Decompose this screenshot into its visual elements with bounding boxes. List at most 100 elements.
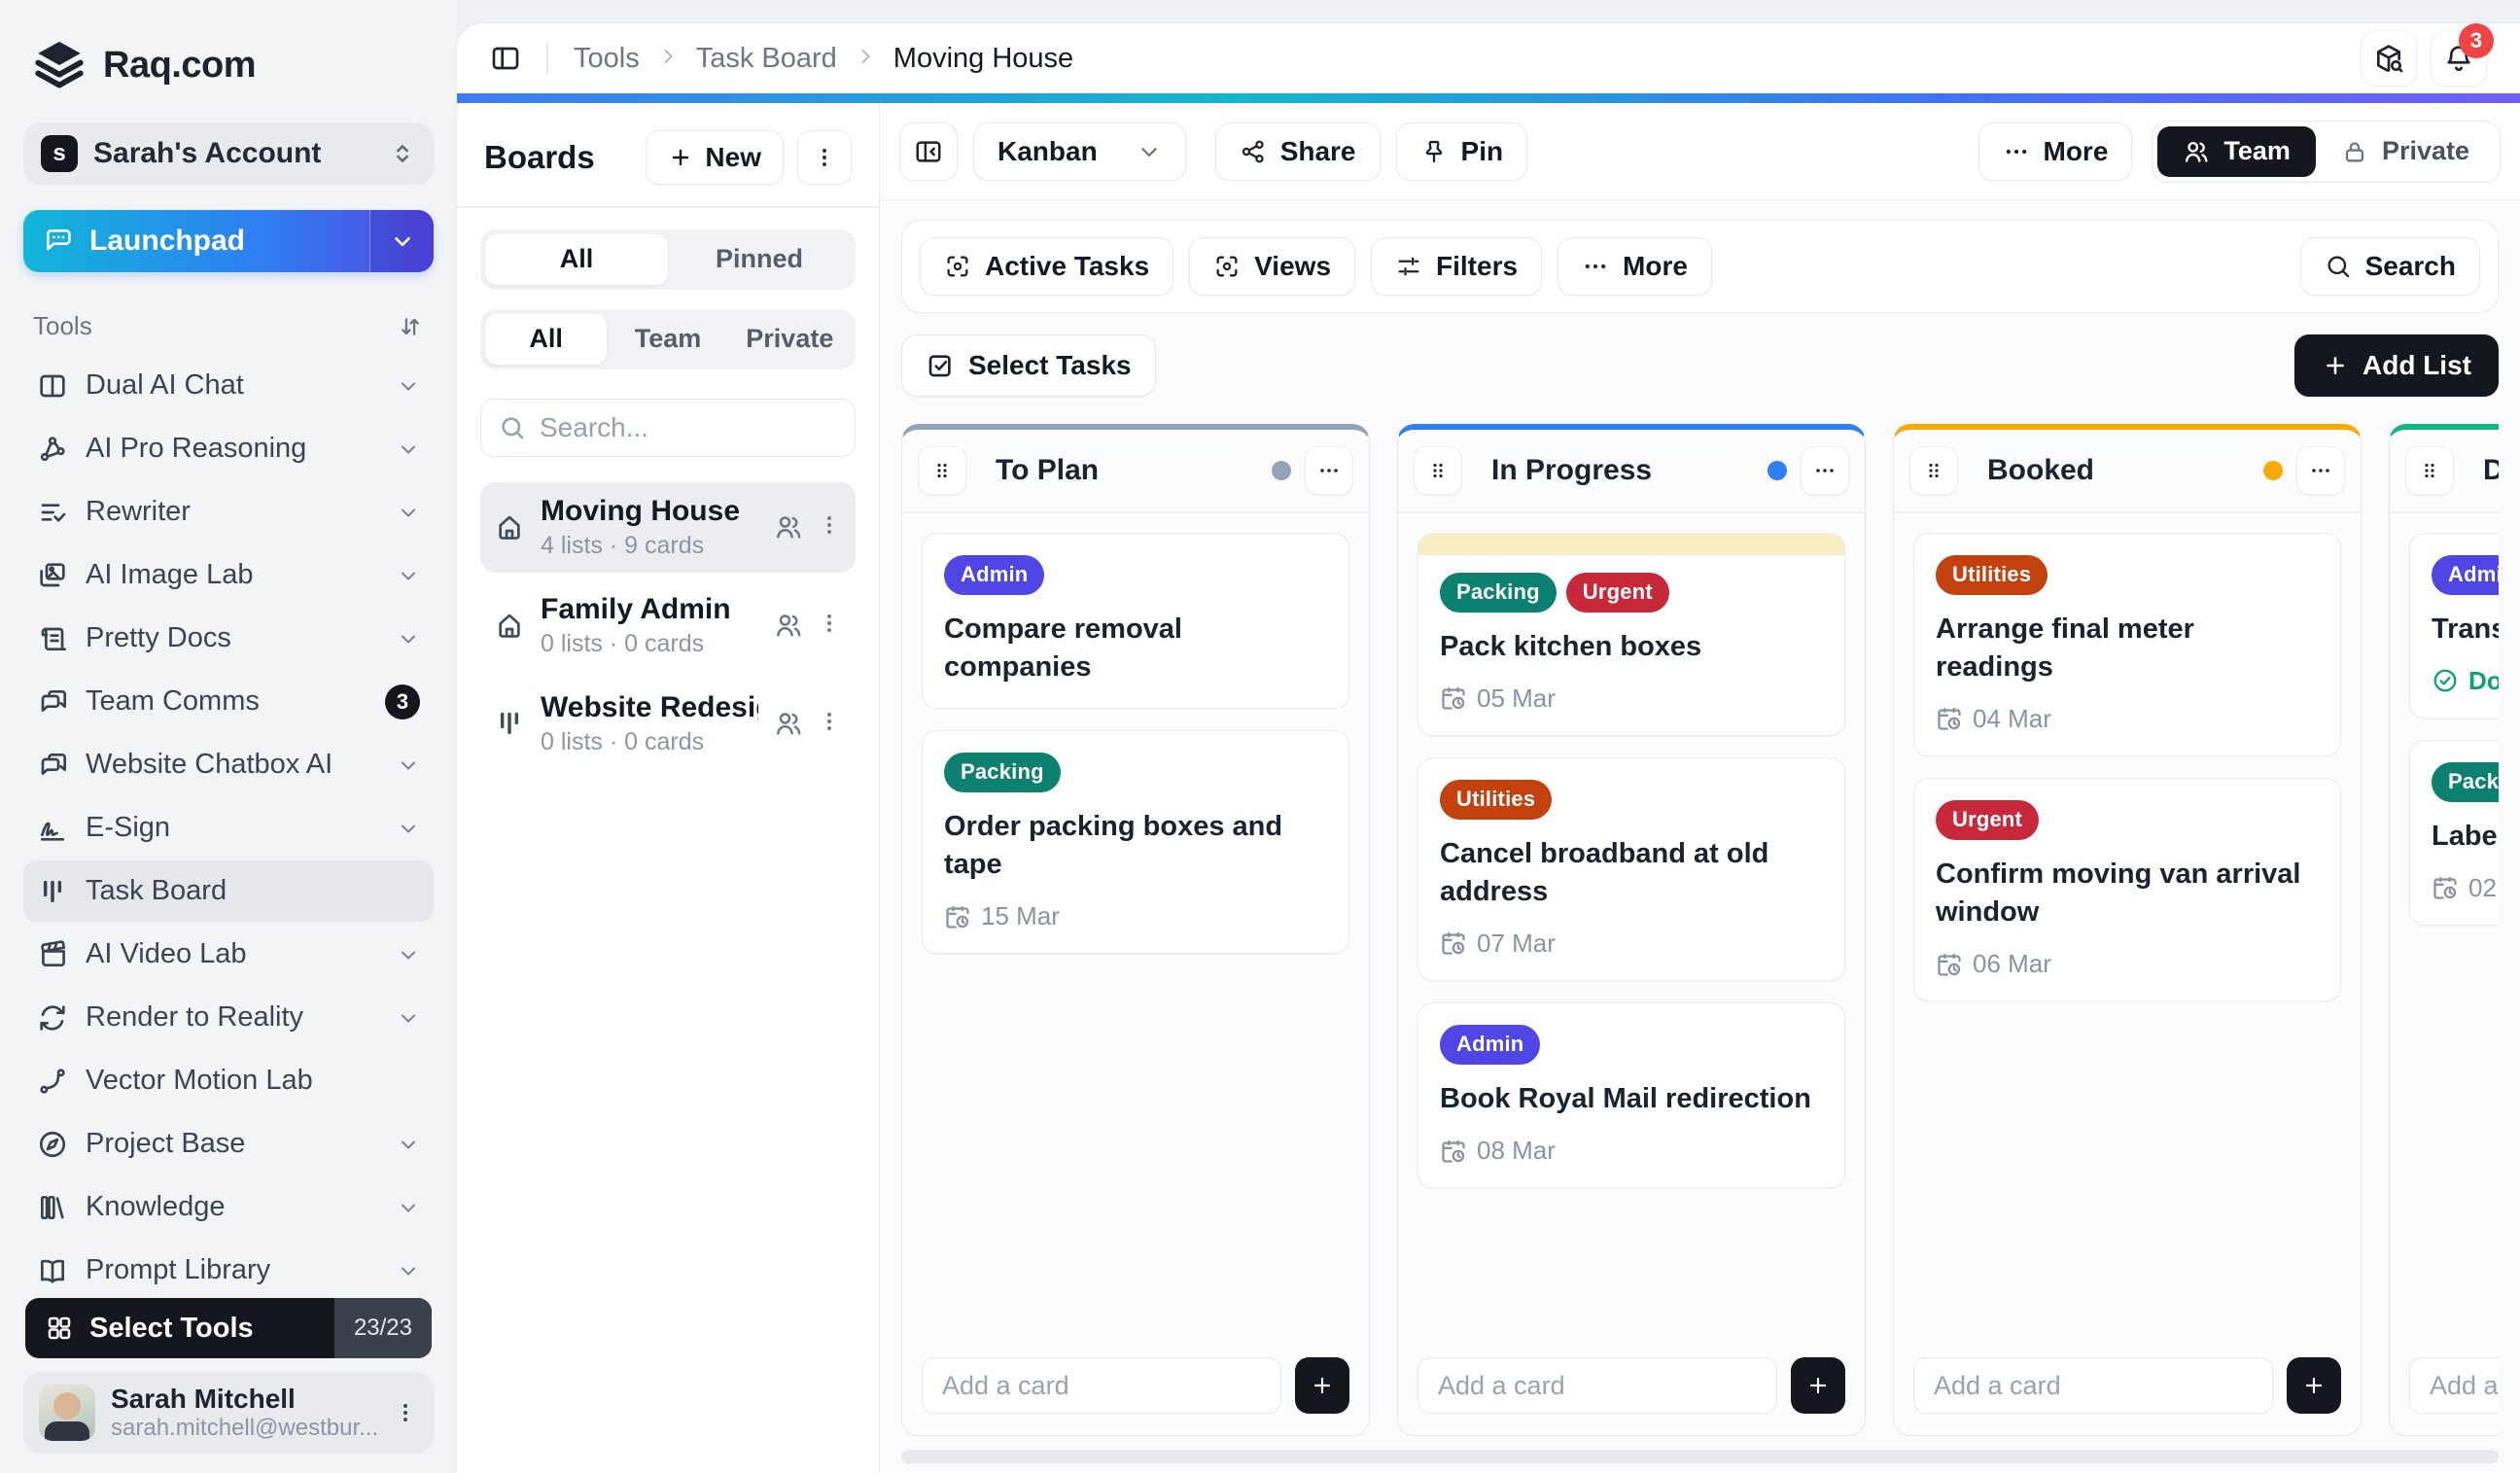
- board-item-family-admin[interactable]: Family Admin 0 lists · 0 cards: [480, 580, 856, 671]
- notifications-button[interactable]: 3: [2431, 23, 2494, 87]
- select-tasks-button[interactable]: Select Tasks: [901, 334, 1156, 397]
- board-item-menu[interactable]: [817, 512, 842, 543]
- notification-count-badge: 3: [2459, 23, 2494, 58]
- collapse-panel-button[interactable]: [899, 122, 958, 181]
- scope-tab-all[interactable]: All: [485, 313, 608, 365]
- sidebar-item-project-base[interactable]: Project Base: [23, 1113, 434, 1175]
- more-label: More: [2043, 135, 2109, 166]
- add-card-button[interactable]: [1295, 1357, 1349, 1414]
- board-item-menu[interactable]: [817, 611, 842, 641]
- more-button[interactable]: More: [1978, 122, 2133, 181]
- board-item-menu[interactable]: [817, 709, 842, 739]
- sidebar-item-prompt-library[interactable]: Prompt Library: [23, 1240, 434, 1288]
- add-card-button[interactable]: [1791, 1357, 1845, 1414]
- task-card-label-stor[interactable]: Packing Label stor 02 Mar: [2409, 739, 2499, 926]
- more-button[interactable]: More: [1558, 237, 1712, 296]
- sort-icon[interactable]: [397, 313, 424, 340]
- new-board-button[interactable]: New: [646, 130, 784, 185]
- board-item-website-redesign-ta[interactable]: Website Redesign Ta... 0 lists · 0 cards: [480, 679, 856, 769]
- add-card-input[interactable]: [922, 1357, 1281, 1414]
- task-card-arrange-final-meter-readings[interactable]: Utilities Arrange final meter readings 0…: [1913, 532, 2341, 756]
- tools-header: Tools: [23, 311, 434, 355]
- select-tools-button[interactable]: Select Tools 23/23: [25, 1298, 432, 1358]
- column-title-field[interactable]: To Plan: [980, 444, 1258, 497]
- view-select[interactable]: Kanban: [973, 122, 1186, 181]
- panel-toggle-button[interactable]: [490, 43, 521, 74]
- sidebar-item-render-to-reality[interactable]: Render to Reality: [23, 987, 434, 1048]
- task-card-transfer-c[interactable]: Admin Transfer c Done: [2409, 532, 2499, 719]
- breadcrumb-item-moving-house[interactable]: Moving House: [893, 43, 1073, 75]
- card-title: Label stor: [2432, 820, 2499, 852]
- package-search-button[interactable]: [2361, 30, 2417, 87]
- column-menu-button[interactable]: [2296, 446, 2345, 495]
- scope-tab-team[interactable]: Team: [607, 314, 728, 365]
- users-icon: [774, 709, 803, 738]
- filter-button-label: More: [1623, 251, 1688, 281]
- user-card[interactable]: Sarah Mitchell sarah.mitchell@westbur...: [23, 1372, 434, 1454]
- column-drag-handle[interactable]: [1909, 446, 1958, 495]
- breadcrumb: Tools Task Board Moving House: [574, 43, 1073, 75]
- tag-packing: Packing: [944, 752, 1061, 792]
- board-item-moving-house[interactable]: Moving House 4 lists · 9 cards: [480, 481, 856, 573]
- launchpad-button[interactable]: Launchpad: [23, 210, 434, 272]
- add-card-input[interactable]: [2409, 1357, 2499, 1414]
- column-menu-button[interactable]: [1801, 446, 1849, 495]
- column-drag-handle[interactable]: [918, 446, 966, 495]
- launchpad-caret-button[interactable]: [369, 210, 434, 272]
- filters-button[interactable]: Filters: [1371, 237, 1543, 296]
- column-title-field[interactable]: Done: [2468, 444, 2499, 497]
- task-card-confirm-moving-van-arrival-window[interactable]: Urgent Confirm moving van arrival window…: [1913, 777, 2341, 1002]
- sidebar-item-team-comms[interactable]: Team Comms 3: [23, 671, 434, 732]
- column-drag-handle[interactable]: [1414, 446, 1462, 495]
- scope-tab-private[interactable]: Private: [729, 314, 851, 365]
- column-cards: Admin Compare removal companies Packing …: [902, 513, 1369, 974]
- boards-menu-button[interactable]: [797, 130, 852, 185]
- sidebar-item-dual-ai-chat[interactable]: Dual AI Chat: [23, 355, 434, 416]
- sidebar-item-label: Rewriter: [86, 496, 191, 527]
- task-card-cancel-broadband-at-old-address[interactable]: Utilities Cancel broadband at old addres…: [1418, 756, 1845, 981]
- select-tasks-label: Select Tasks: [968, 350, 1132, 380]
- share-button[interactable]: Share: [1214, 122, 1381, 181]
- search-button[interactable]: Search: [2299, 237, 2480, 296]
- add-list-button[interactable]: Add List: [2294, 334, 2499, 397]
- breadcrumb-item-task-board[interactable]: Task Board: [696, 43, 837, 75]
- add-card-input[interactable]: [1418, 1357, 1777, 1414]
- column-drag-handle[interactable]: [2405, 446, 2454, 495]
- column-title: In Progress: [1491, 454, 1653, 486]
- breadcrumb-item-tools[interactable]: Tools: [574, 43, 640, 75]
- column-title-field[interactable]: In Progress: [1476, 444, 1754, 497]
- add-card-button[interactable]: [2287, 1357, 2341, 1414]
- sidebar-item-ai-pro-reasoning[interactable]: AI Pro Reasoning: [23, 418, 434, 479]
- boards-search-input[interactable]: [540, 411, 837, 443]
- boards-search[interactable]: [480, 398, 856, 457]
- column-menu-button[interactable]: [1305, 446, 1353, 495]
- active-tasks-button[interactable]: Active Tasks: [920, 237, 1174, 296]
- view-select-value: Kanban: [998, 135, 1098, 166]
- sidebar-item-knowledge[interactable]: Knowledge: [23, 1176, 434, 1238]
- task-card-compare-removal-companies[interactable]: Admin Compare removal companies: [922, 532, 1349, 709]
- sidebar-item-website-chatbox-ai[interactable]: Website Chatbox AI: [23, 734, 434, 795]
- task-card-pack-kitchen-boxes[interactable]: Packing Urgent Pack kitchen boxes 05 Mar: [1418, 532, 1845, 736]
- sidebar-item-ai-video-lab[interactable]: AI Video Lab: [23, 924, 434, 985]
- boards-scope-tabs: All Team Private: [480, 308, 856, 369]
- add-card-input[interactable]: [1913, 1357, 2273, 1414]
- sidebar-item-vector-motion-lab[interactable]: Vector Motion Lab: [23, 1050, 434, 1111]
- sidebar-item-rewriter[interactable]: Rewriter: [23, 481, 434, 543]
- sidebar-item-task-board[interactable]: Task Board: [23, 860, 434, 922]
- horizontal-scrollbar[interactable]: [901, 1450, 2499, 1463]
- logo-text: Raq.com: [103, 44, 256, 86]
- visibility-private[interactable]: Private: [2316, 126, 2495, 177]
- task-card-order-packing-boxes-and-tape[interactable]: Packing Order packing boxes and tape 15 …: [922, 729, 1349, 955]
- sidebar-item-ai-image-lab[interactable]: AI Image Lab: [23, 544, 434, 606]
- task-card-book-royal-mail-redirection[interactable]: Admin Book Royal Mail redirection 08 Mar: [1418, 1001, 1845, 1189]
- visibility-team[interactable]: Team: [2157, 125, 2316, 177]
- tab-pinned[interactable]: Pinned: [668, 234, 851, 285]
- views-button[interactable]: Views: [1189, 237, 1356, 296]
- pin-button[interactable]: Pin: [1395, 122, 1528, 181]
- sidebar-item-pretty-docs[interactable]: Pretty Docs: [23, 608, 434, 669]
- kebab-menu-icon[interactable]: [393, 1400, 418, 1425]
- column-title-field[interactable]: Booked: [1972, 444, 2250, 497]
- account-switcher[interactable]: s Sarah's Account: [23, 123, 434, 185]
- tab-all[interactable]: All: [485, 233, 668, 285]
- sidebar-item-e-sign[interactable]: E-Sign: [23, 797, 434, 859]
